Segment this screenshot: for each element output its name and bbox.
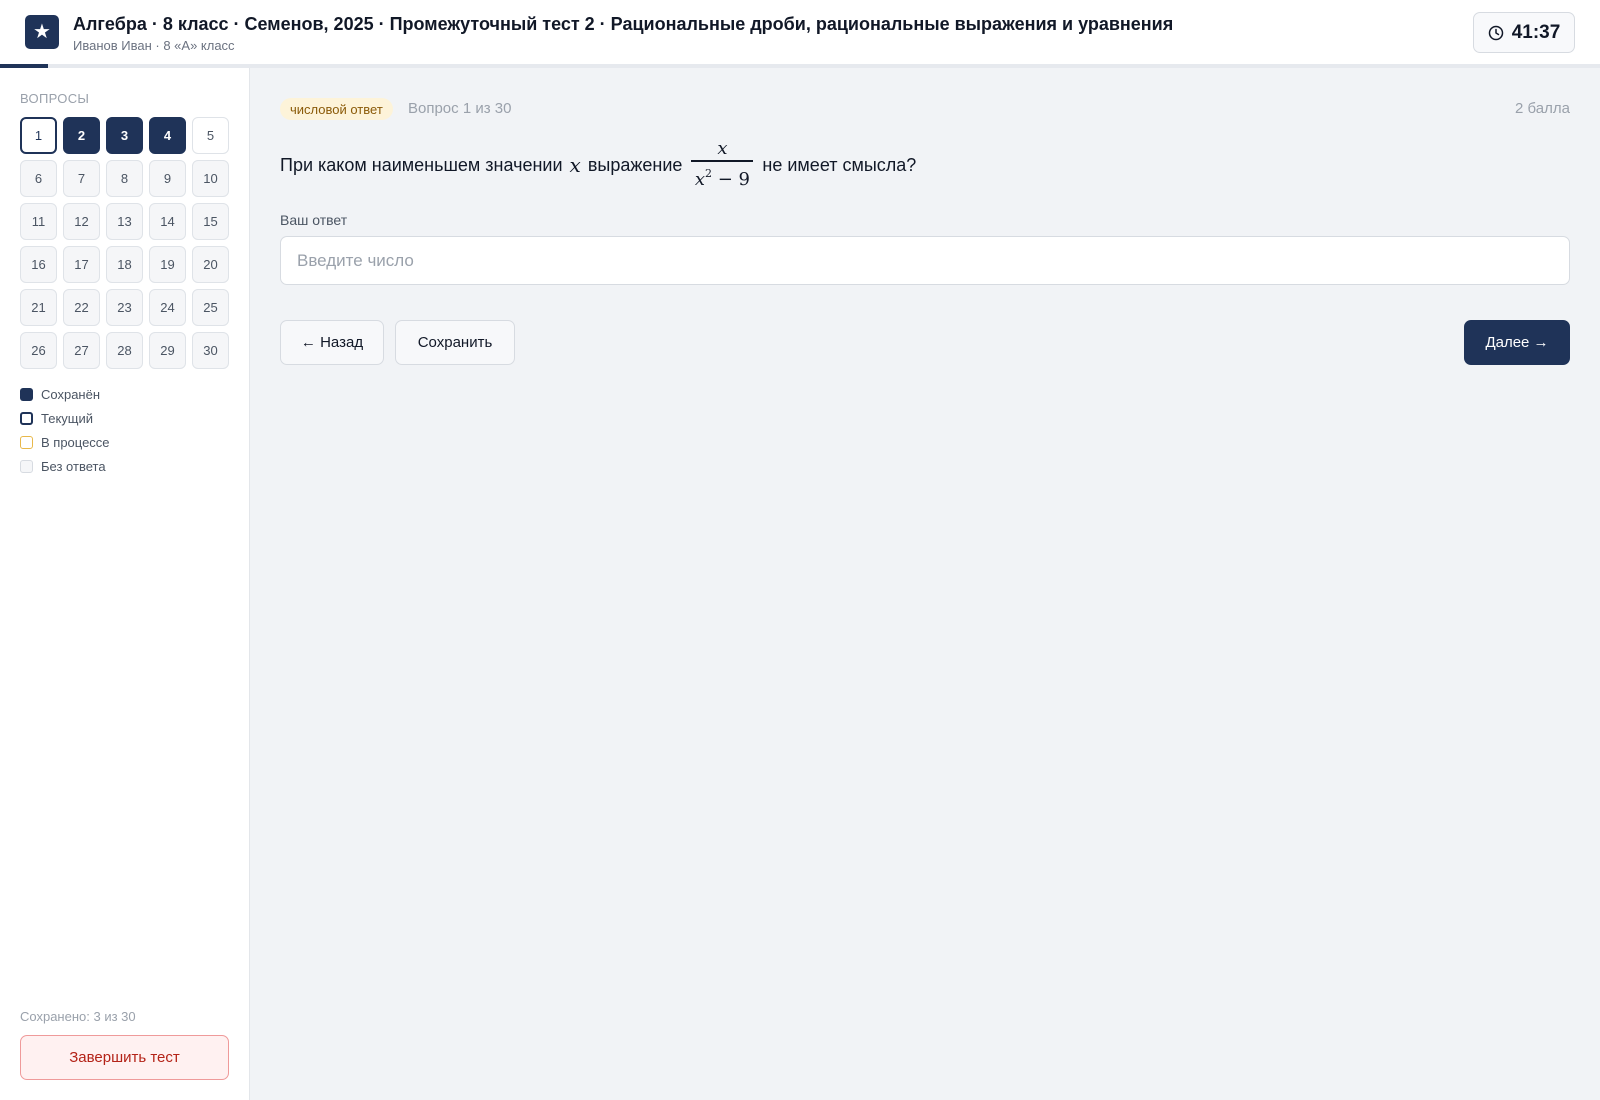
- top-header: ★ Алгебра · 8 класс · Семенов, 2025 · Пр…: [0, 0, 1600, 65]
- legend-no-answer: Без ответа: [20, 454, 110, 478]
- denominator-base: x: [694, 168, 705, 190]
- question-text-start: При каком наименьшем значении: [280, 154, 563, 175]
- answer-type-badge: числовой ответ: [280, 98, 393, 120]
- question-button-14[interactable]: 14: [149, 203, 186, 240]
- question-button-1[interactable]: 1: [20, 117, 57, 154]
- question-button-19[interactable]: 19: [149, 246, 186, 283]
- question-button-21[interactable]: 21: [20, 289, 57, 326]
- next-button[interactable]: Далее →: [1464, 320, 1570, 365]
- legend-saved-label: Сохранён: [41, 386, 101, 402]
- question-button-28[interactable]: 28: [106, 332, 143, 369]
- question-button-17[interactable]: 17: [63, 246, 100, 283]
- legend-in-progress-label: В процессе: [41, 434, 110, 450]
- question-button-8[interactable]: 8: [106, 160, 143, 197]
- fraction-denominator: x2 − 9: [695, 162, 750, 192]
- question-button-12[interactable]: 12: [63, 203, 100, 240]
- star-icon: ★: [25, 15, 59, 49]
- clock-icon: [1488, 25, 1503, 40]
- math-variable: x: [569, 153, 581, 177]
- question-button-30[interactable]: 30: [192, 332, 229, 369]
- question-button-20[interactable]: 20: [192, 246, 229, 283]
- legend-current: Текущий: [20, 406, 110, 430]
- question-number: Вопрос 1 из 30: [408, 100, 512, 117]
- question-button-11[interactable]: 11: [20, 203, 57, 240]
- legend-current-swatch: [20, 411, 33, 425]
- math-fraction: x x2 − 9: [691, 138, 754, 192]
- question-button-9[interactable]: 9: [149, 160, 186, 197]
- question-points: 2 балла: [1515, 100, 1570, 117]
- question-panel: числовой ответ Вопрос 1 из 30 2 балла Пр…: [250, 68, 1600, 1100]
- saved-count: Сохранено: 3 из 30: [20, 1009, 136, 1024]
- test-title: Алгебра · 8 класс · Семенов, 2025 · Пром…: [73, 14, 1174, 34]
- question-text-middle: выражение: [587, 154, 683, 175]
- status-legend: Сохранён Текущий В процессе Без ответа: [20, 382, 110, 478]
- question-button-13[interactable]: 13: [106, 203, 143, 240]
- legend-saved-swatch: [20, 387, 33, 401]
- question-button-4[interactable]: 4: [149, 117, 186, 154]
- questions-heading: ВОПРОСЫ: [20, 91, 90, 106]
- question-text: При каком наименьшем значении x выражени…: [280, 138, 917, 192]
- question-button-5[interactable]: 5: [192, 117, 229, 154]
- legend-in-progress: В процессе: [20, 430, 110, 454]
- question-button-16[interactable]: 16: [20, 246, 57, 283]
- question-button-27[interactable]: 27: [63, 332, 100, 369]
- fraction-numerator: x: [717, 138, 728, 160]
- answer-input[interactable]: [280, 236, 1570, 285]
- timer-value: 41:37: [1511, 21, 1561, 43]
- denominator-exponent: 2: [705, 166, 712, 180]
- question-button-18[interactable]: 18: [106, 246, 143, 283]
- answer-label: Ваш ответ: [280, 212, 348, 228]
- question-button-25[interactable]: 25: [192, 289, 229, 326]
- save-button[interactable]: Сохранить: [395, 320, 515, 365]
- question-button-3[interactable]: 3: [106, 117, 143, 154]
- student-info: Иванов Иван · 8 «А» класс: [73, 38, 235, 53]
- question-button-26[interactable]: 26: [20, 332, 57, 369]
- legend-no-answer-label: Без ответа: [41, 458, 106, 474]
- legend-in-progress-swatch: [20, 435, 33, 449]
- timer: 41:37: [1473, 12, 1575, 53]
- finish-test-button[interactable]: Завершить тест: [20, 1035, 229, 1080]
- question-button-29[interactable]: 29: [149, 332, 186, 369]
- question-text-end: не имеет смысла?: [762, 154, 917, 175]
- legend-no-answer-swatch: [20, 459, 33, 473]
- legend-current-label: Текущий: [41, 410, 93, 426]
- question-button-15[interactable]: 15: [192, 203, 229, 240]
- question-button-6[interactable]: 6: [20, 160, 57, 197]
- denominator-rest: − 9: [712, 168, 750, 190]
- back-button[interactable]: ← Назад: [280, 320, 384, 365]
- question-button-24[interactable]: 24: [149, 289, 186, 326]
- question-button-22[interactable]: 22: [63, 289, 100, 326]
- question-sidebar: ВОПРОСЫ 1 2 3 4 5 6 7 8 9 10 11 12 13 14 15 16 17 18 19 20 2…: [0, 68, 250, 1100]
- question-button-2[interactable]: 2: [63, 117, 100, 154]
- question-button-23[interactable]: 23: [106, 289, 143, 326]
- question-button-7[interactable]: 7: [63, 160, 100, 197]
- question-grid: 1 2 3 4 5 6 7 8 9 10 11 12 13 14 15 16 17 18 19 20 21 22 23 24 2…: [20, 117, 230, 369]
- question-button-10[interactable]: 10: [192, 160, 229, 197]
- legend-saved: Сохранён: [20, 382, 110, 406]
